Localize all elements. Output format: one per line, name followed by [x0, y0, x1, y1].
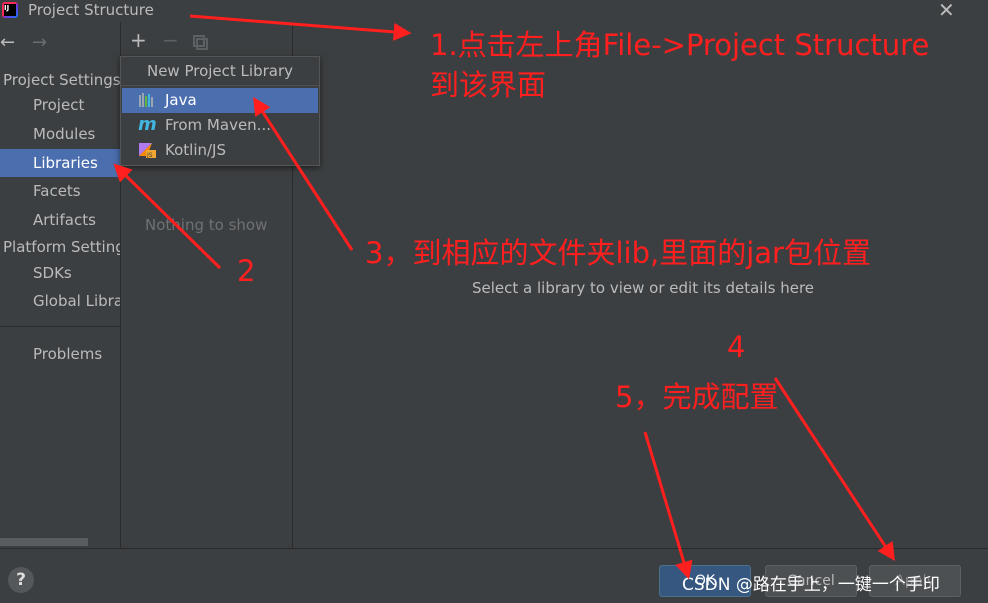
arrow-step3 — [253, 96, 354, 251]
annotation-arrows — [113, 14, 895, 580]
arrow-step5 — [643, 431, 693, 580]
arrow-step4 — [773, 377, 895, 562]
arrow-step2 — [113, 163, 222, 270]
arrow-step1 — [189, 14, 412, 41]
